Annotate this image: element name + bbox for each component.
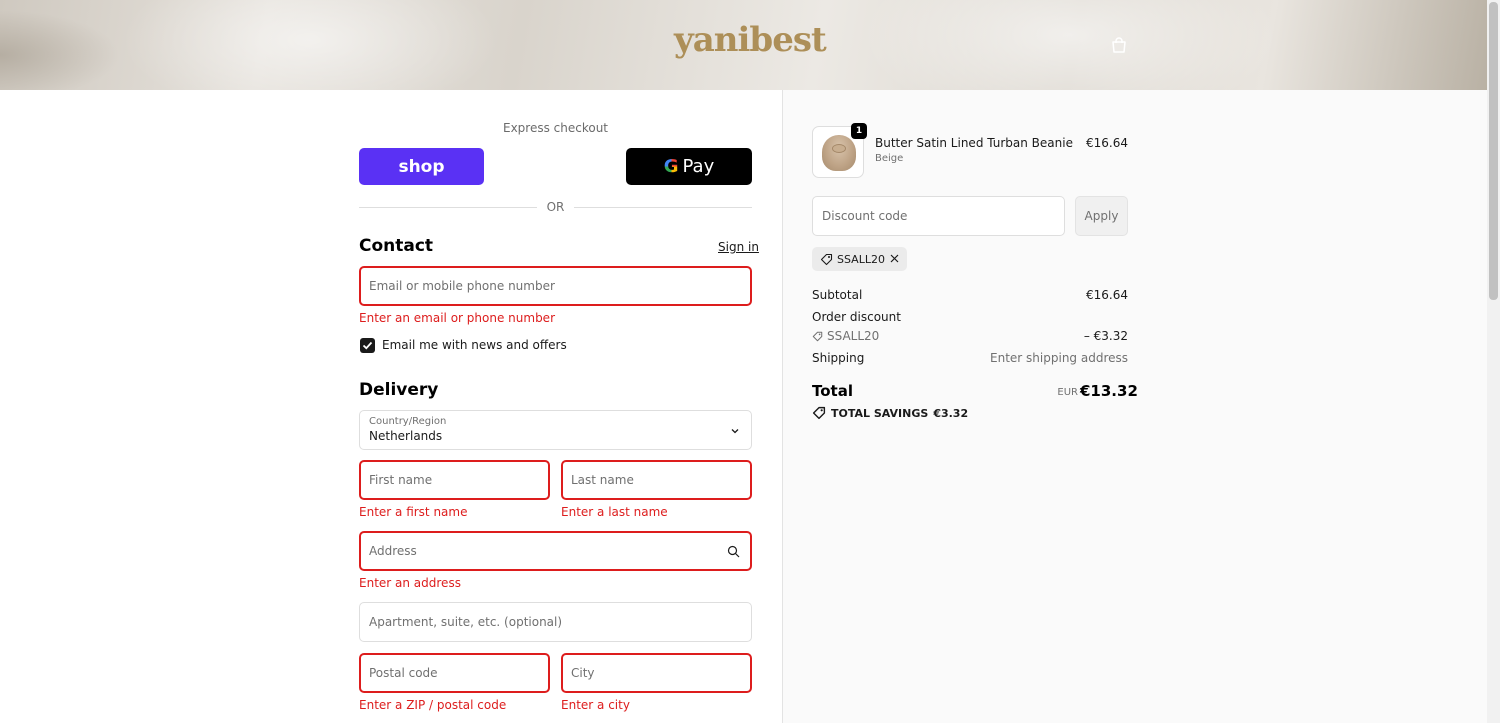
subtotal-value: €16.64 — [1086, 288, 1128, 302]
address-error: Enter an address — [359, 576, 461, 590]
beanie-image — [822, 135, 856, 171]
scrollbar-thumb[interactable] — [1489, 2, 1498, 300]
remove-discount-icon[interactable] — [889, 253, 900, 264]
total-value: €13.32 — [1080, 382, 1138, 400]
newsletter-label[interactable]: Email me with news and offers — [382, 338, 567, 352]
store-logo[interactable]: yanibest — [674, 20, 827, 60]
contact-heading: Contact — [359, 236, 434, 256]
first-name-placeholder: First name — [369, 473, 433, 487]
postal-code-error: Enter a ZIP / postal code — [359, 698, 507, 712]
newsletter-checkbox[interactable] — [360, 338, 375, 353]
product-variant: Beige — [875, 153, 904, 164]
email-placeholder: Email or mobile phone number — [369, 279, 555, 293]
country-label: Country/Region — [369, 416, 447, 427]
savings-label: TOTAL SAVINGS — [831, 406, 929, 420]
tag-icon — [812, 331, 823, 341]
last-name-placeholder: Last name — [571, 473, 634, 487]
shipping-label: Shipping — [812, 351, 865, 365]
discount-code-input[interactable]: Discount code — [812, 196, 1065, 236]
address-placeholder: Address — [369, 544, 417, 558]
tag-icon — [820, 253, 833, 265]
or-label: OR — [546, 200, 565, 214]
divider-line — [574, 206, 753, 208]
search-icon[interactable] — [727, 545, 740, 558]
tag-icon — [812, 406, 826, 420]
postal-code-placeholder: Postal code — [369, 666, 438, 680]
divider-line — [359, 206, 537, 208]
total-savings: TOTAL SAVINGS €3.32 — [812, 406, 968, 420]
total-currency: EUR — [1057, 387, 1078, 398]
product-price: €16.64 — [1086, 136, 1128, 150]
banner-highlight — [860, 0, 1280, 90]
applied-code-text: SSALL20 — [837, 252, 885, 266]
subtotal-label: Subtotal — [812, 288, 863, 302]
savings-value: €3.32 — [933, 406, 969, 420]
google-pay-button[interactable]: G Pay — [626, 148, 752, 185]
shipping-value: Enter shipping address — [990, 351, 1128, 365]
delivery-heading: Delivery — [359, 380, 439, 400]
check-icon — [362, 341, 373, 350]
sign-in-link[interactable]: Sign in — [718, 240, 759, 254]
chevron-down-icon — [731, 429, 739, 434]
apartment-placeholder: Apartment, suite, etc. (optional) — [369, 615, 563, 629]
shop-pay-button[interactable]: shop — [359, 148, 484, 185]
city-error: Enter a city — [561, 698, 630, 712]
banner-highlight — [120, 0, 500, 90]
shopping-bag-icon[interactable] — [1110, 36, 1128, 54]
country-select[interactable]: Country/Region Netherlands — [359, 410, 752, 450]
email-error: Enter an email or phone number — [359, 311, 555, 325]
page-scrollbar[interactable] — [1487, 0, 1500, 723]
last-name-field[interactable]: Last name — [561, 460, 752, 500]
last-name-error: Enter a last name — [561, 505, 668, 519]
total-label: Total — [812, 382, 853, 400]
city-field[interactable]: City — [561, 653, 752, 693]
discount-value: – €3.32 — [1083, 329, 1128, 343]
or-divider: OR — [359, 199, 753, 215]
email-field[interactable]: Email or mobile phone number — [359, 266, 752, 306]
google-g-icon: G — [663, 156, 679, 177]
first-name-error: Enter a first name — [359, 505, 468, 519]
discount-placeholder: Discount code — [822, 209, 908, 223]
city-placeholder: City — [571, 666, 595, 680]
apartment-field[interactable]: Apartment, suite, etc. (optional) — [359, 602, 752, 642]
header-banner: yanibest — [0, 0, 1487, 90]
postal-code-field[interactable]: Postal code — [359, 653, 550, 693]
applied-discount-chip: SSALL20 — [812, 247, 907, 271]
product-name: Butter Satin Lined Turban Beanie — [875, 136, 1073, 150]
banner-shadow — [0, 10, 120, 90]
discount-code-row: SSALL20 — [812, 329, 879, 343]
first-name-field[interactable]: First name — [359, 460, 550, 500]
discount-code-label: SSALL20 — [827, 329, 880, 343]
quantity-badge: 1 — [851, 123, 867, 139]
country-value: Netherlands — [369, 429, 443, 443]
apply-discount-button[interactable]: Apply — [1075, 196, 1128, 236]
google-pay-label: Pay — [682, 156, 715, 177]
order-discount-label: Order discount — [812, 310, 901, 324]
express-checkout-label: Express checkout — [502, 121, 609, 135]
address-field[interactable]: Address — [359, 531, 752, 571]
